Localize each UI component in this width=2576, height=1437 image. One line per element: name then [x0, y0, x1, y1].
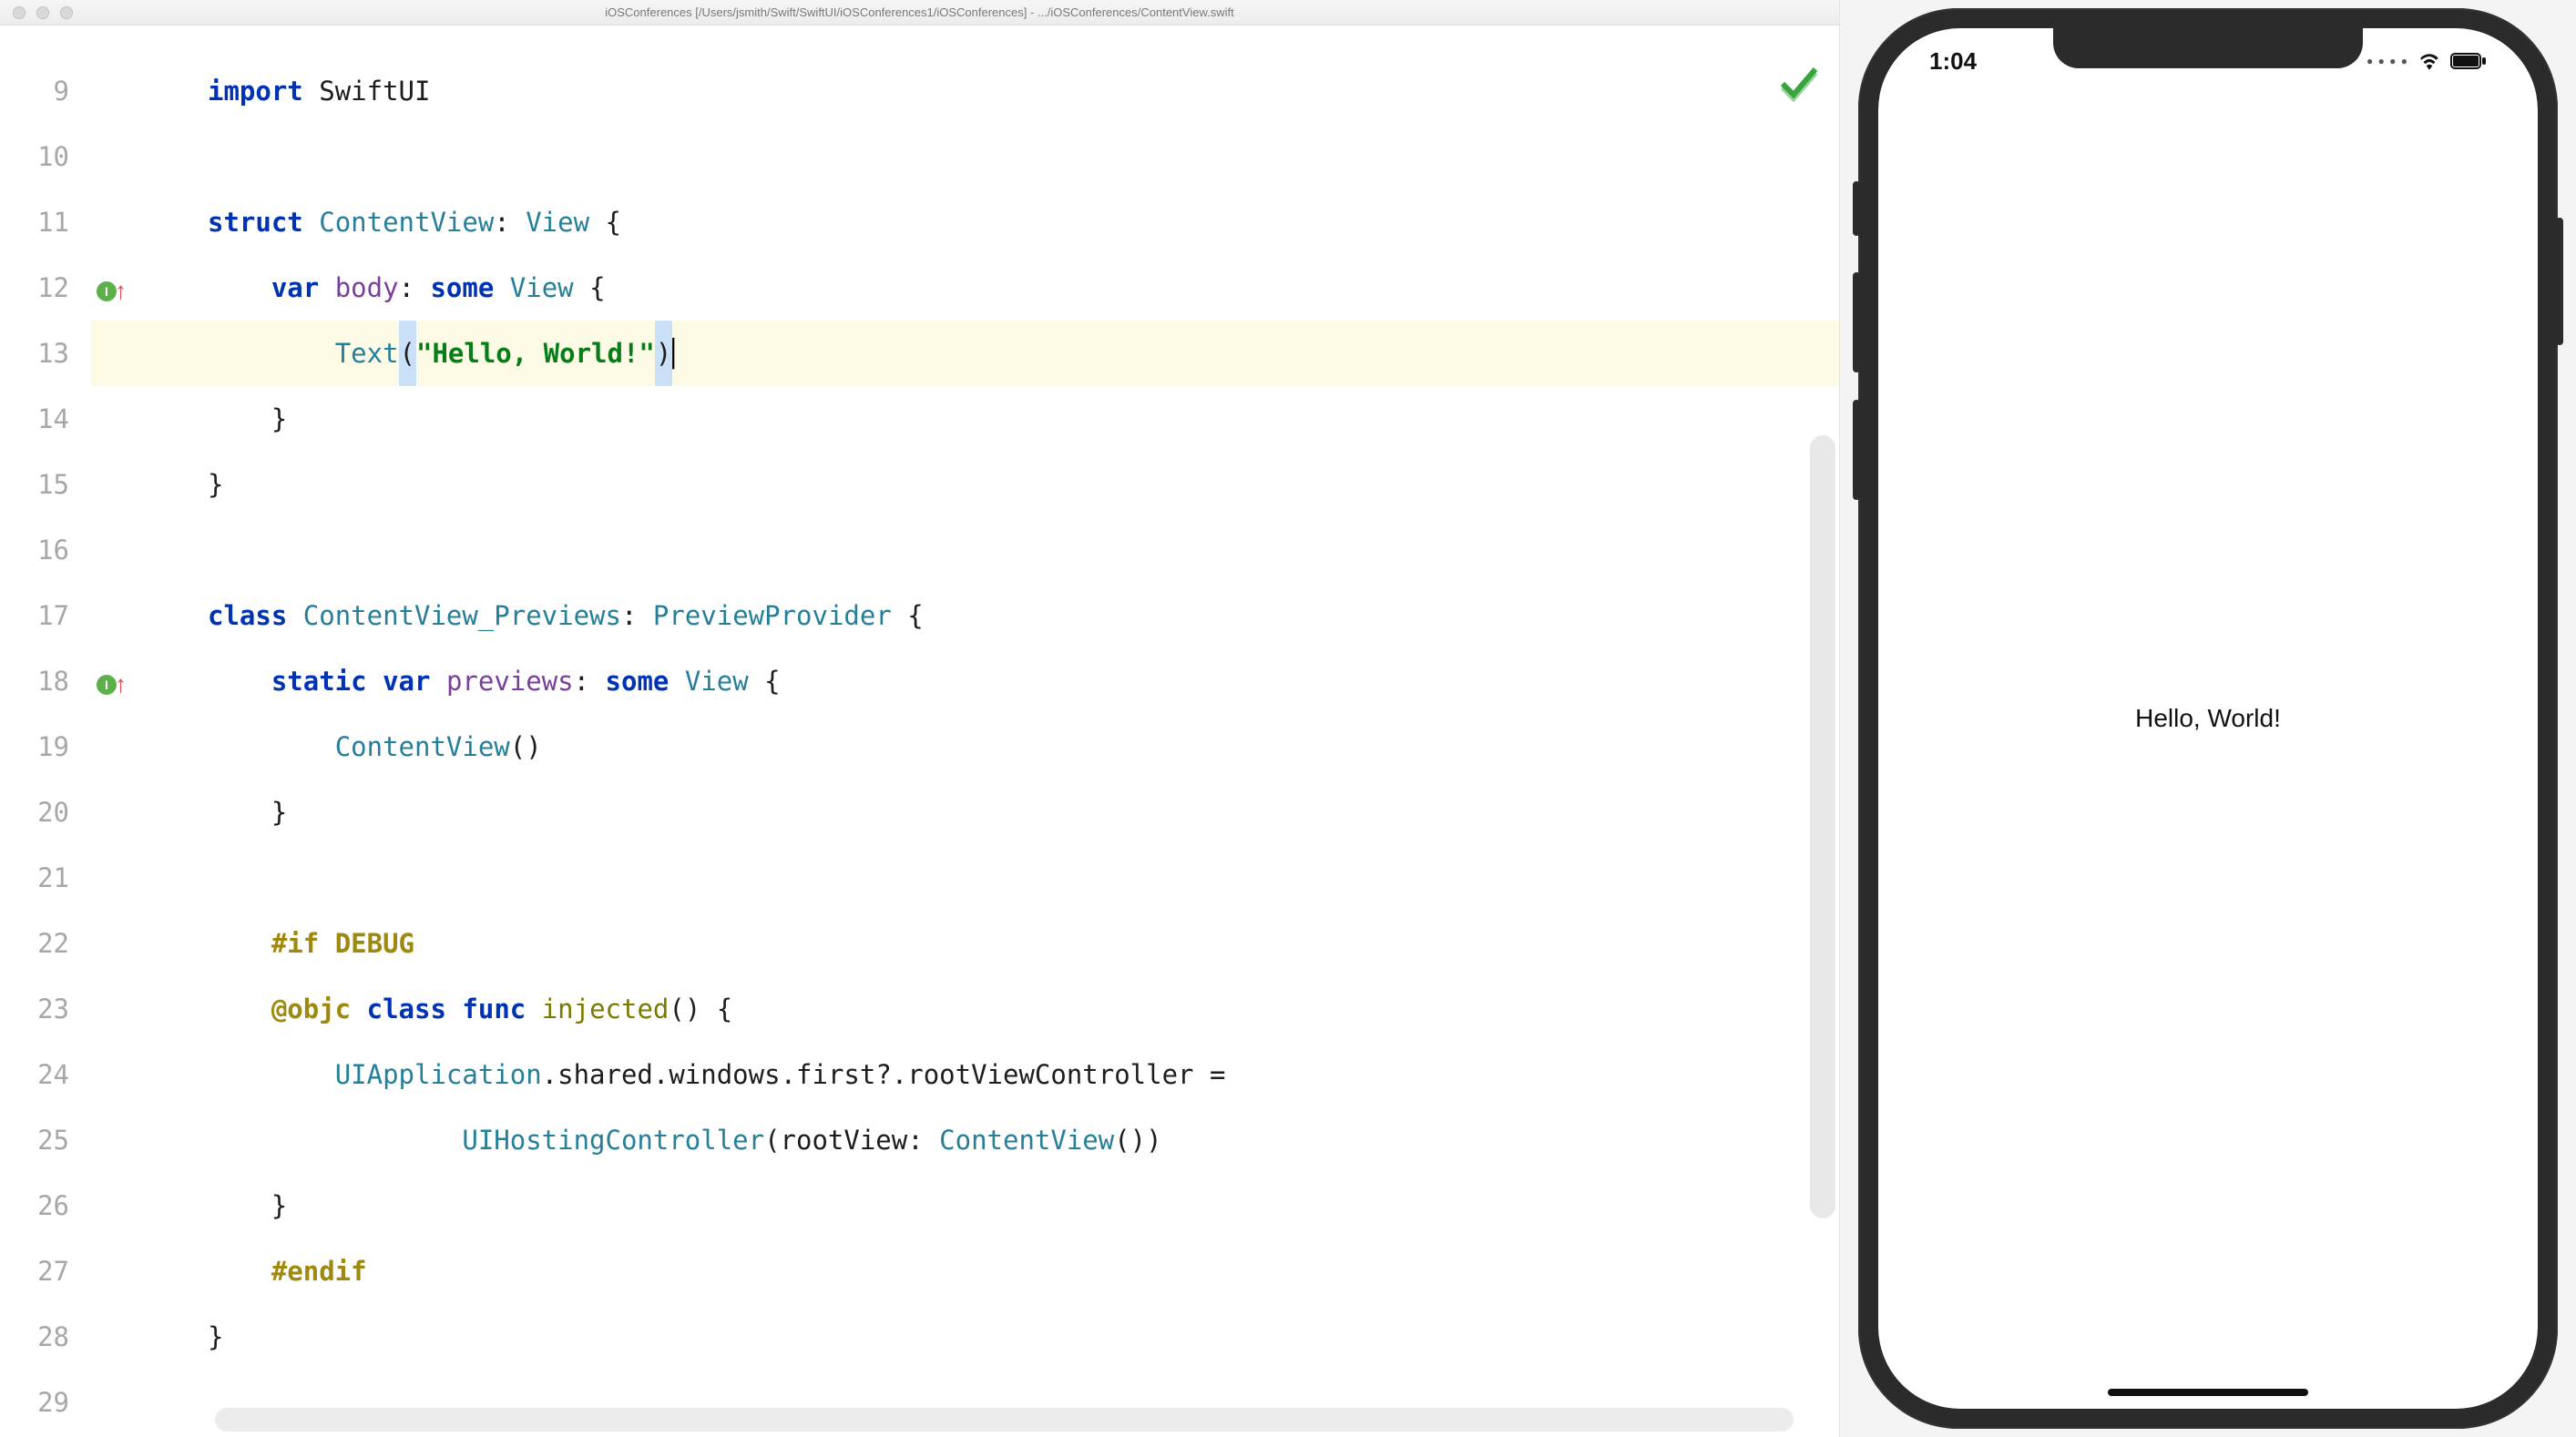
home-indicator-icon[interactable]: [2108, 1389, 2308, 1396]
line-number[interactable]: 28: [0, 1304, 69, 1370]
mute-switch-icon: [1853, 181, 1860, 236]
horizontal-scrollbar[interactable]: [215, 1408, 1794, 1432]
code-line[interactable]: [91, 845, 1839, 911]
line-number[interactable]: 17: [0, 583, 69, 648]
impl-dot-icon: I: [97, 675, 117, 695]
cellular-icon: ● ● ● ●: [2366, 55, 2408, 67]
line-number[interactable]: 23: [0, 976, 69, 1042]
code-line[interactable]: }: [91, 1304, 1839, 1370]
status-time: 1:04: [1929, 47, 1977, 76]
code-line[interactable]: #if DEBUG: [91, 911, 1839, 976]
minimize-icon[interactable]: [36, 6, 49, 19]
code-line[interactable]: import SwiftUI: [91, 58, 1839, 124]
line-number[interactable]: 26: [0, 1173, 69, 1238]
line-number[interactable]: 20: [0, 780, 69, 845]
code-line[interactable]: UIHostingController(rootView: ContentVie…: [91, 1107, 1839, 1173]
power-button-icon: [2556, 218, 2563, 345]
code-line[interactable]: }: [91, 386, 1839, 452]
impl-dot-icon: I: [97, 281, 117, 301]
line-number[interactable]: 29: [0, 1370, 69, 1435]
notch-icon: [2053, 28, 2363, 68]
line-number[interactable]: 27: [0, 1238, 69, 1304]
code-line[interactable]: Text("Hello, World!")▏: [91, 321, 1839, 386]
battery-icon: [2450, 53, 2487, 69]
vertical-scrollbar[interactable]: [1810, 435, 1835, 1218]
zoom-icon[interactable]: [60, 6, 73, 19]
code-line[interactable]: static var previews: some View {: [91, 648, 1839, 714]
editor-pane: iOSConferences [/Users/jsmith/Swift/Swif…: [0, 0, 1840, 1437]
close-icon[interactable]: [13, 6, 26, 19]
code-line[interactable]: #endif: [91, 1238, 1839, 1304]
window-controls[interactable]: [13, 6, 73, 19]
code-area[interactable]: import SwiftUI struct ContentView: View {…: [91, 25, 1839, 1437]
code-line[interactable]: }: [91, 1173, 1839, 1238]
simulator-pane: 1:04 ● ● ● ● Hello, World!: [1840, 0, 2576, 1437]
override-gutter-icon[interactable]: I↑: [97, 670, 127, 698]
code-line[interactable]: }: [91, 780, 1839, 845]
line-number[interactable]: 18: [0, 648, 69, 714]
code-line[interactable]: class ContentView_Previews: PreviewProvi…: [91, 583, 1839, 648]
line-number[interactable]: 15: [0, 452, 69, 517]
line-number[interactable]: 19: [0, 714, 69, 780]
code-line[interactable]: UIApplication.shared.windows.first?.root…: [91, 1042, 1839, 1107]
editor-body[interactable]: 9101112131415161718192021222324252627282…: [0, 25, 1839, 1437]
line-number[interactable]: 9: [0, 58, 69, 124]
phone-screen[interactable]: 1:04 ● ● ● ● Hello, World!: [1878, 28, 2538, 1409]
analysis-pass-icon[interactable]: [1777, 62, 1821, 110]
line-number[interactable]: 22: [0, 911, 69, 976]
code-line[interactable]: [91, 517, 1839, 583]
app-root-view: Hello, World!: [1878, 28, 2538, 1409]
line-number-gutter[interactable]: 9101112131415161718192021222324252627282…: [0, 25, 91, 1437]
wifi-icon: [2418, 52, 2441, 70]
hello-world-label: Hello, World!: [2135, 704, 2281, 733]
volume-down-icon: [1853, 400, 1860, 500]
code-line[interactable]: [91, 124, 1839, 189]
up-arrow-icon: ↑: [115, 277, 127, 305]
line-number[interactable]: 21: [0, 845, 69, 911]
line-number[interactable]: 16: [0, 517, 69, 583]
code-line[interactable]: }: [91, 452, 1839, 517]
line-number[interactable]: 11: [0, 189, 69, 255]
line-number[interactable]: 24: [0, 1042, 69, 1107]
phone-device-frame: 1:04 ● ● ● ● Hello, World!: [1858, 8, 2558, 1429]
line-number[interactable]: 14: [0, 386, 69, 452]
volume-up-icon: [1853, 272, 1860, 372]
window-title: iOSConferences [/Users/jsmith/Swift/Swif…: [0, 5, 1839, 19]
code-line[interactable]: struct ContentView: View {: [91, 189, 1839, 255]
line-number[interactable]: 10: [0, 124, 69, 189]
window-titlebar[interactable]: iOSConferences [/Users/jsmith/Swift/Swif…: [0, 0, 1839, 25]
up-arrow-icon: ↑: [115, 670, 127, 698]
line-number[interactable]: 13: [0, 321, 69, 386]
code-line[interactable]: ContentView(): [91, 714, 1839, 780]
line-number[interactable]: 25: [0, 1107, 69, 1173]
override-gutter-icon[interactable]: I↑: [97, 277, 127, 305]
code-line[interactable]: @objc class func injected() {: [91, 976, 1839, 1042]
code-line[interactable]: var body: some View {: [91, 255, 1839, 321]
line-number[interactable]: 12: [0, 255, 69, 321]
